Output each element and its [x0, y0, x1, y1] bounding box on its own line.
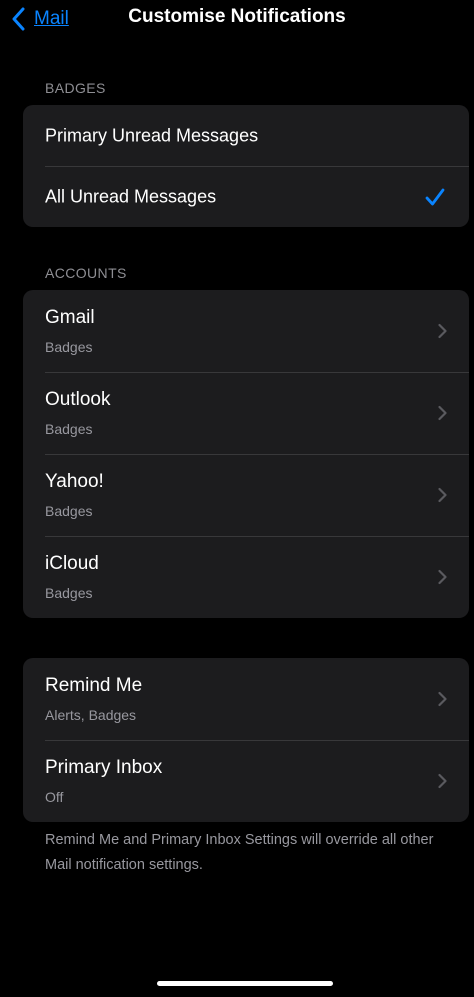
primary-inbox-subtitle: Off [45, 789, 64, 805]
section-header-badges: BADGES [45, 80, 106, 96]
navigation-bar: Mail Customise Notifications [0, 0, 474, 40]
account-title: Outlook [45, 389, 111, 410]
chevron-right-icon [438, 773, 447, 789]
account-subtitle: Badges [45, 421, 93, 437]
chevron-right-icon [438, 691, 447, 707]
badge-option-primary-unread[interactable]: Primary Unread Messages [23, 105, 469, 166]
primary-inbox-title: Primary Inbox [45, 757, 163, 778]
checkmark-icon [425, 188, 445, 205]
account-item-icloud[interactable]: iCloud Badges [23, 536, 469, 618]
primary-inbox-item[interactable]: Primary Inbox Off [23, 740, 469, 822]
chevron-right-icon [438, 405, 447, 421]
account-title: Yahoo! [45, 471, 104, 492]
badge-option-label: All Unread Messages [45, 186, 217, 206]
chevron-right-icon [438, 323, 447, 339]
account-item-outlook[interactable]: Outlook Badges [23, 372, 469, 454]
section-header-accounts: ACCOUNTS [45, 265, 127, 281]
badge-option-all-unread[interactable]: All Unread Messages [23, 166, 469, 227]
account-item-yahoo[interactable]: Yahoo! Badges [23, 454, 469, 536]
account-subtitle: Badges [45, 585, 93, 601]
account-title: iCloud [45, 553, 99, 574]
badges-group: Primary Unread Messages All Unread Messa… [23, 105, 469, 227]
account-title: Gmail [45, 307, 95, 328]
remind-me-item[interactable]: Remind Me Alerts, Badges [23, 658, 469, 740]
account-subtitle: Badges [45, 339, 93, 355]
home-indicator[interactable] [157, 981, 333, 986]
page-title: Customise Notifications [128, 6, 346, 27]
remind-me-title: Remind Me [45, 675, 143, 696]
account-subtitle: Badges [45, 503, 93, 519]
special-settings-group: Remind Me Alerts, Badges Primary Inbox O… [23, 658, 469, 822]
account-item-gmail[interactable]: Gmail Badges [23, 290, 469, 372]
chevron-right-icon [438, 487, 447, 503]
chevron-right-icon [438, 569, 447, 585]
accounts-group: Gmail Badges Outlook Badges Yahoo! Badge… [23, 290, 469, 618]
settings-footer-note: Remind Me and Primary Inbox Settings wil… [45, 832, 434, 873]
remind-me-subtitle: Alerts, Badges [45, 707, 137, 723]
badge-option-label: Primary Unread Messages [45, 125, 259, 145]
